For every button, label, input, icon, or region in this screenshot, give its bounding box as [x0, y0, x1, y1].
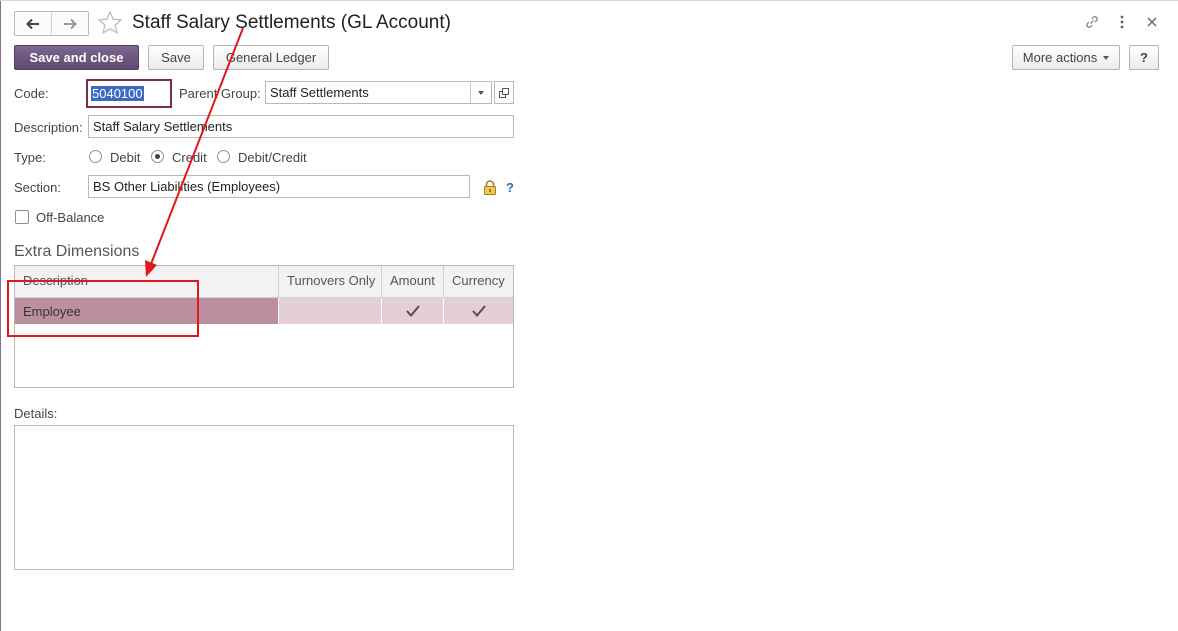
- details-label: Details:: [14, 406, 58, 421]
- parent-group-select[interactable]: Staff Settlements: [265, 81, 492, 104]
- extra-dimensions-title: Extra Dimensions: [14, 243, 140, 260]
- chevron-down-icon: [1103, 55, 1110, 60]
- more-vertical-icon: [1120, 15, 1124, 29]
- arrow-right-icon: [64, 18, 77, 29]
- description-input[interactable]: Staff Salary Settlements: [88, 115, 514, 138]
- checkmark-icon: [405, 305, 420, 317]
- chevron-down-icon: [478, 90, 484, 95]
- code-value: 5040100: [91, 86, 144, 101]
- window-frame: [0, 0, 1, 631]
- section-input[interactable]: BS Other Liabilities (Employees): [88, 175, 470, 198]
- forward-button[interactable]: [51, 12, 88, 35]
- type-debit-label[interactable]: Debit: [110, 150, 140, 165]
- lock-icon[interactable]: [483, 180, 497, 195]
- code-label: Code:: [14, 86, 49, 101]
- parent-group-label: Parent Group:: [179, 86, 261, 101]
- link-button[interactable]: [1083, 13, 1101, 31]
- section-label: Section:: [14, 180, 61, 195]
- type-debit-credit-label[interactable]: Debit/Credit: [238, 150, 307, 165]
- close-icon: [1147, 17, 1157, 27]
- help-button[interactable]: ?: [1129, 45, 1159, 70]
- parent-group-value: Staff Settlements: [270, 85, 369, 100]
- type-debit-credit-radio[interactable]: [217, 150, 230, 163]
- type-credit-radio[interactable]: [151, 150, 164, 163]
- type-credit-label[interactable]: Credit: [172, 150, 207, 165]
- open-window-icon: [499, 87, 509, 98]
- navigation-buttons: [14, 11, 89, 36]
- off-balance-label[interactable]: Off-Balance: [36, 210, 104, 225]
- star-icon[interactable]: [97, 10, 123, 36]
- parent-group-dropdown-button[interactable]: [470, 82, 491, 103]
- save-and-close-button[interactable]: Save and close: [14, 45, 139, 70]
- back-button[interactable]: [15, 12, 51, 35]
- page-title: Staff Salary Settlements (GL Account): [132, 12, 451, 33]
- type-debit-radio[interactable]: [89, 150, 102, 163]
- off-balance-checkbox[interactable]: [15, 210, 29, 224]
- save-button[interactable]: Save: [148, 45, 204, 70]
- type-label: Type:: [14, 150, 46, 165]
- description-label: Description:: [14, 120, 83, 135]
- code-input[interactable]: 5040100: [86, 79, 172, 108]
- details-textarea[interactable]: [14, 425, 514, 570]
- window-top-edge: [0, 0, 1178, 1]
- general-ledger-button[interactable]: General Ledger: [213, 45, 329, 70]
- more-actions-label: More actions: [1022, 50, 1098, 65]
- column-header-amount[interactable]: Amount: [382, 266, 444, 297]
- more-menu-button[interactable]: [1113, 13, 1131, 31]
- annotation-highlight-box: [7, 280, 199, 337]
- close-button[interactable]: [1143, 13, 1161, 31]
- link-icon: [1086, 16, 1098, 28]
- row-turnovers-only-cell[interactable]: [279, 298, 382, 324]
- row-currency-cell[interactable]: [444, 298, 513, 324]
- column-header-turnovers-only[interactable]: Turnovers Only: [279, 266, 382, 297]
- section-help-link[interactable]: ?: [506, 180, 514, 195]
- checkmark-icon: [471, 305, 486, 317]
- column-header-currency[interactable]: Currency: [444, 266, 513, 297]
- parent-group-open-button[interactable]: [494, 81, 514, 104]
- more-actions-button[interactable]: More actions: [1012, 45, 1120, 70]
- arrow-left-icon: [26, 18, 39, 29]
- row-amount-cell[interactable]: [382, 298, 444, 324]
